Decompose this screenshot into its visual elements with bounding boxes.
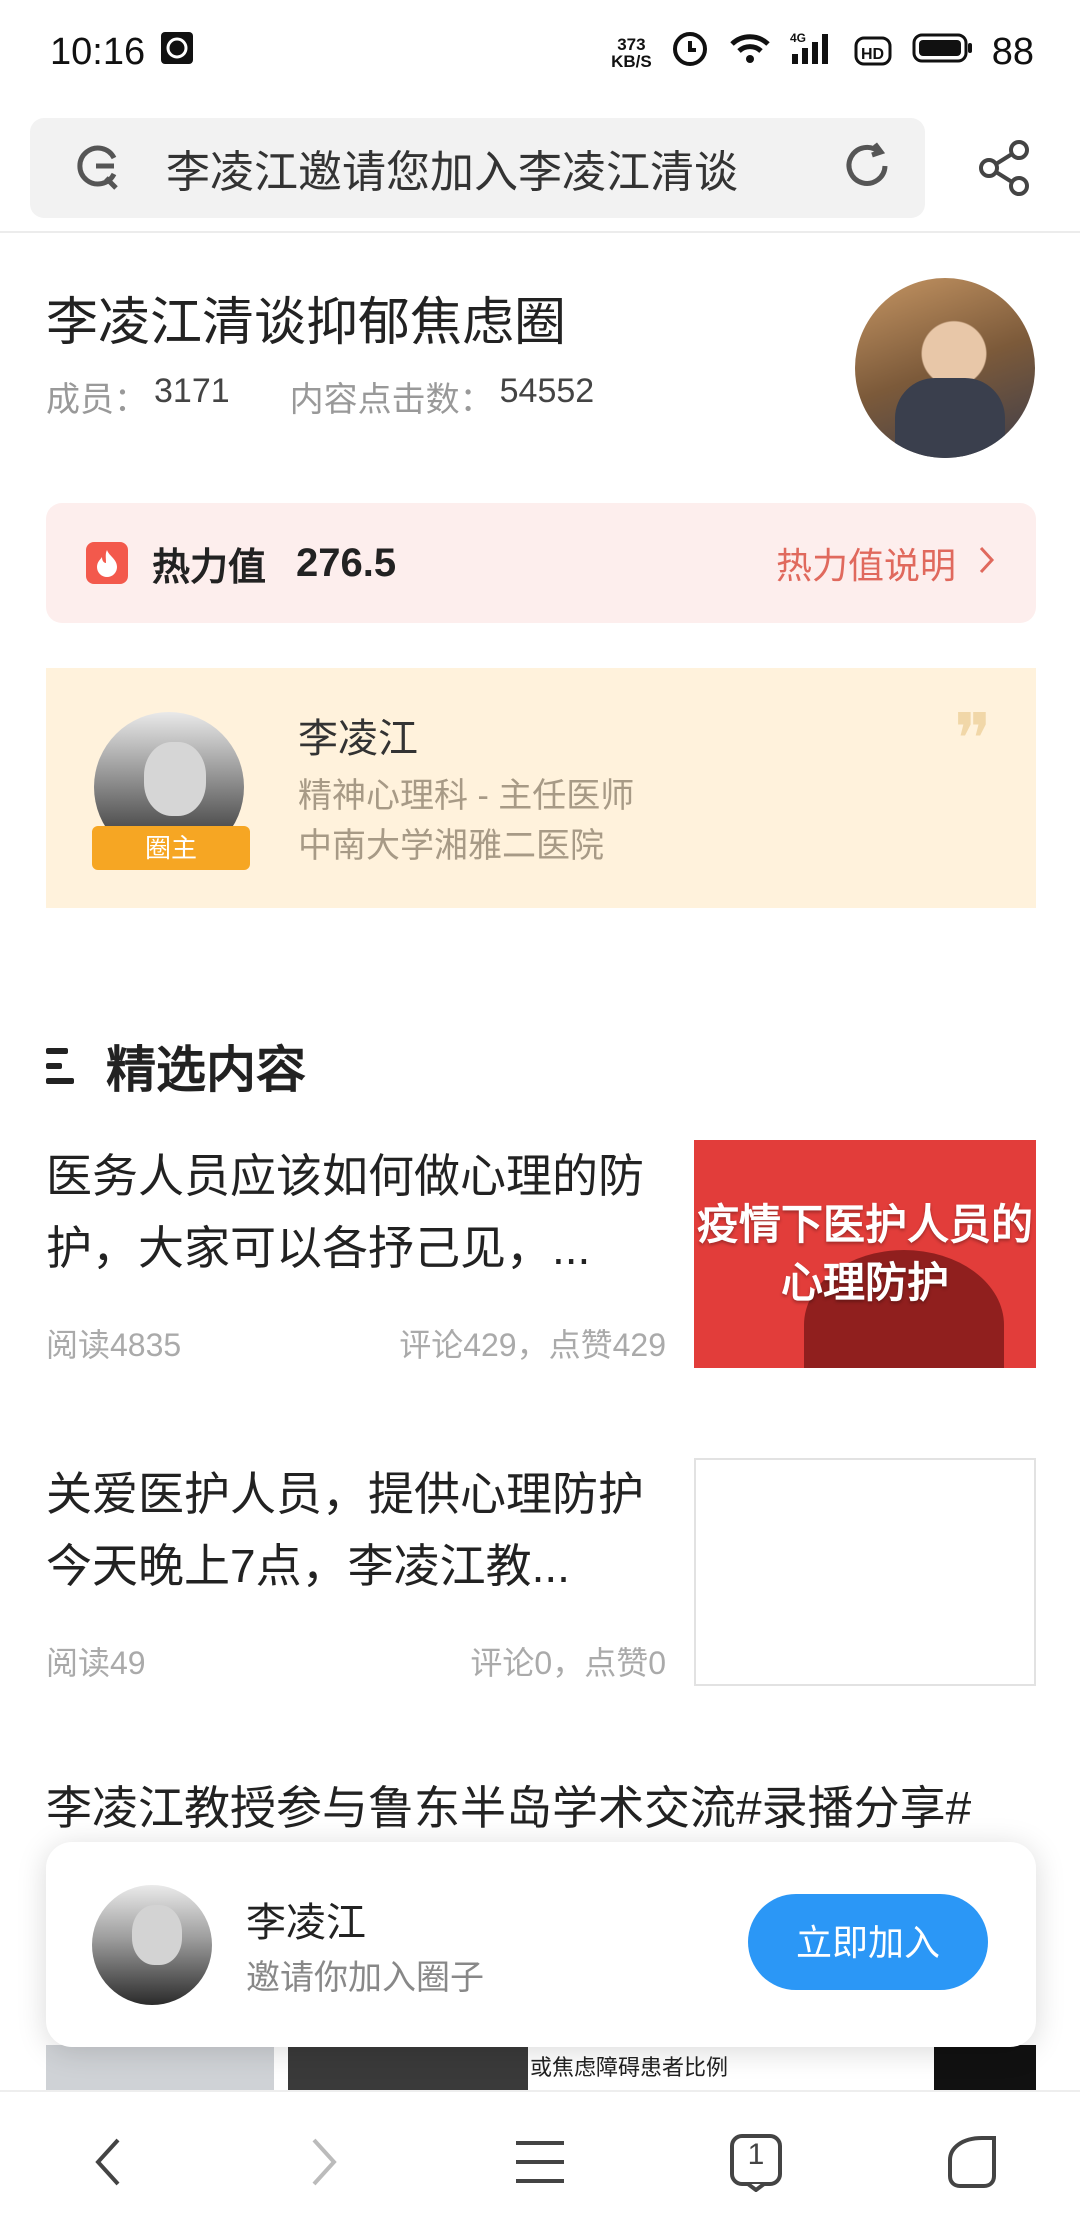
video-thumbnail xyxy=(934,2045,1036,2090)
invite-subtitle: 邀请你加入圈子 xyxy=(246,1959,484,1997)
article-stats: 评论429，点赞429 xyxy=(399,1327,666,1363)
list-icon xyxy=(46,1048,76,1084)
quote-icon: ❞ xyxy=(954,698,992,780)
article-item[interactable]: 医务人员应该如何做心理的防护，大家可以各抒己见，... 阅读4835 评论429… xyxy=(46,1140,1036,1370)
owner-hospital: 中南大学湘雅二医院 xyxy=(298,827,604,865)
section-header: 精选内容 xyxy=(46,1030,306,1102)
battery-percent: 88 xyxy=(991,31,1034,73)
alarm-icon xyxy=(670,28,710,78)
heat-label: 热力值 xyxy=(152,546,267,589)
invite-name: 李凌江 xyxy=(246,1901,366,1945)
signal-icon: 4G xyxy=(790,30,836,76)
heat-value-bar[interactable]: 热力值 276.5 热力值说明 xyxy=(46,503,1036,623)
heat-explain-link[interactable]: 热力值说明 xyxy=(776,537,996,589)
menu-icon[interactable] xyxy=(500,2122,580,2202)
invite-card: 李凌江 邀请你加入圈子 立即加入 xyxy=(46,1842,1036,2047)
battery-icon xyxy=(912,31,974,74)
hd-icon: HD xyxy=(854,30,894,76)
circle-stats: 成员： 3171 内容点击数： 54552 xyxy=(46,372,594,421)
article-thumbnail xyxy=(694,1458,1036,1686)
address-bar[interactable]: 李凌江邀请您加入李凌江清谈 xyxy=(30,118,925,218)
article-thumbnail: 疫情下医护人员的 心理防护 xyxy=(694,1140,1036,1368)
svg-text:4G: 4G xyxy=(790,31,806,45)
share-icon[interactable] xyxy=(975,138,1035,198)
invite-avatar xyxy=(92,1885,212,2005)
svg-text:HD: HD xyxy=(861,46,884,63)
owner-card[interactable]: 圈主 李凌江 精神心理科 - 主任医师 中南大学湘雅二医院 ❞ xyxy=(46,668,1036,908)
search-engine-icon[interactable] xyxy=(70,138,126,199)
members-value: 3171 xyxy=(154,372,230,410)
article-title[interactable]: 李凌江教授参与鲁东半岛学术交流#录播分享# xyxy=(46,1772,971,1838)
status-time: 10:16 xyxy=(50,31,146,73)
join-button[interactable]: 立即加入 xyxy=(748,1894,988,1990)
address-row: 李凌江邀请您加入李凌江清谈 xyxy=(0,105,1080,231)
article-stats: 评论0，点赞0 xyxy=(470,1645,666,1681)
video-thumbnail: 或焦虑障碍患者比例 xyxy=(530,2045,930,2090)
strip-caption: 或焦虑障碍患者比例 xyxy=(530,2055,729,2080)
forward-icon[interactable] xyxy=(284,2122,364,2202)
tab-count: 1 xyxy=(747,2138,765,2171)
back-icon[interactable] xyxy=(68,2122,148,2202)
refresh-icon[interactable] xyxy=(839,138,895,199)
bottom-nav: 1 xyxy=(0,2090,1080,2232)
members-label: 成员： xyxy=(46,381,148,419)
section-title: 精选内容 xyxy=(106,1042,306,1098)
header-divider xyxy=(0,231,1080,233)
article-reads: 阅读49 xyxy=(46,1645,146,1681)
wifi-icon xyxy=(728,30,772,76)
network-speed: 373 KB/S xyxy=(611,34,652,71)
clicks-label: 内容点击数： xyxy=(289,381,494,419)
heat-value: 276.5 xyxy=(296,540,397,585)
owner-name: 李凌江 xyxy=(298,717,418,761)
article-title: 关爱医护人员，提供心理防护 今天晚上7点，李凌江教... xyxy=(46,1468,644,1592)
owner-badge: 圈主 xyxy=(92,826,250,870)
article-item[interactable]: 关爱医护人员，提供心理防护 今天晚上7点，李凌江教... 阅读49 评论0，点赞… xyxy=(46,1458,1036,1688)
tabs-icon[interactable]: 1 xyxy=(716,2122,796,2202)
circle-title: 李凌江清谈抑郁焦虑圈 xyxy=(46,294,567,352)
fire-icon xyxy=(86,542,128,584)
video-thumbnail xyxy=(46,2045,274,2090)
chevron-right-icon xyxy=(978,542,996,584)
address-text[interactable]: 李凌江邀请您加入李凌江清谈 xyxy=(166,136,839,200)
video-thumbnail xyxy=(288,2045,528,2090)
article-reads: 阅读4835 xyxy=(46,1327,182,1363)
home-icon[interactable] xyxy=(932,2122,1012,2202)
article-title: 医务人员应该如何做心理的防护，大家可以各抒己见，... xyxy=(46,1150,644,1274)
circle-avatar[interactable] xyxy=(855,278,1035,458)
notification-icon xyxy=(159,30,195,76)
owner-title: 精神心理科 - 主任医师 xyxy=(298,777,635,815)
status-bar: 10:16 373 KB/S 4G HD 88 xyxy=(0,0,1080,105)
clicks-value: 54552 xyxy=(499,372,595,410)
